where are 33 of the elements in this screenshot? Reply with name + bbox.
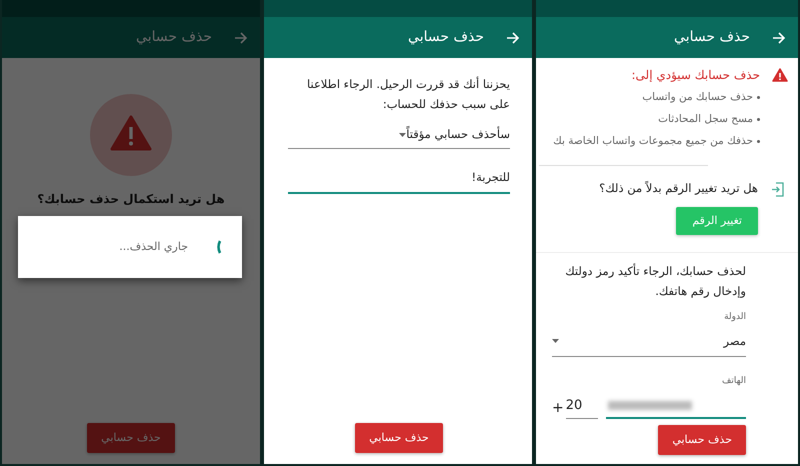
bullet-icon: [757, 140, 760, 143]
delete-account-button[interactable]: حذف حسابي: [658, 424, 746, 455]
caret-icon: [552, 339, 559, 344]
bullet-icon: [757, 96, 760, 100]
screen-title: حذف حسابي: [674, 28, 750, 47]
plus-sign: +: [552, 398, 564, 418]
warning-item: مسح سجل المحادثات: [658, 112, 753, 127]
change-number-icon: [772, 182, 784, 197]
spinner-icon: [216, 240, 222, 254]
screen-title: حذف حسابي: [136, 28, 212, 47]
bullet-icon: [757, 118, 760, 122]
country-code-field[interactable]: 20: [566, 394, 598, 419]
delete-account-button[interactable]: حذف حسابي: [355, 422, 443, 453]
caret-icon: [399, 132, 406, 137]
back-arrow-icon[interactable]: [772, 30, 786, 44]
change-number-question: هل تريد تغيير الرقم بدلاً من ذلك؟: [598, 180, 758, 198]
warning-icon: [772, 68, 788, 82]
question-text: هل تريد استكمال حذف حسابك؟: [37, 191, 225, 208]
warning-icon: [90, 94, 172, 176]
prompt-text: يحزننا أنك قد قررت الرحيل. الرجاء اطلاعنا على سبب حذفك للحساب:: [306, 76, 510, 113]
screen-title: حذف حسابي: [408, 28, 484, 47]
country-dropdown[interactable]: مصر: [552, 330, 746, 357]
reason-dropdown[interactable]: سأحذف حسابي مؤقتاً: [288, 124, 510, 150]
warning-title: حذف حسابك سيؤدي إلى:: [630, 67, 760, 84]
instructions-text: لحذف حسابك، الرجاء تأكيد رمز دولتك وإدخال رقم هاتفك.: [564, 262, 746, 300]
warning-item: حذفك من جميع مجموعات واتساب الخاصة بك: [553, 134, 753, 149]
warning-item: حذف حسابك من واتساب: [642, 90, 753, 105]
progress-text: جاري الحذف...: [119, 238, 188, 255]
country-label: الدولة: [723, 311, 746, 324]
comment-field[interactable]: للتجربة!: [288, 167, 510, 194]
phone-label: الهاتف: [721, 374, 746, 388]
back-arrow-icon[interactable]: [506, 30, 520, 44]
back-arrow-icon[interactable]: [234, 30, 248, 44]
